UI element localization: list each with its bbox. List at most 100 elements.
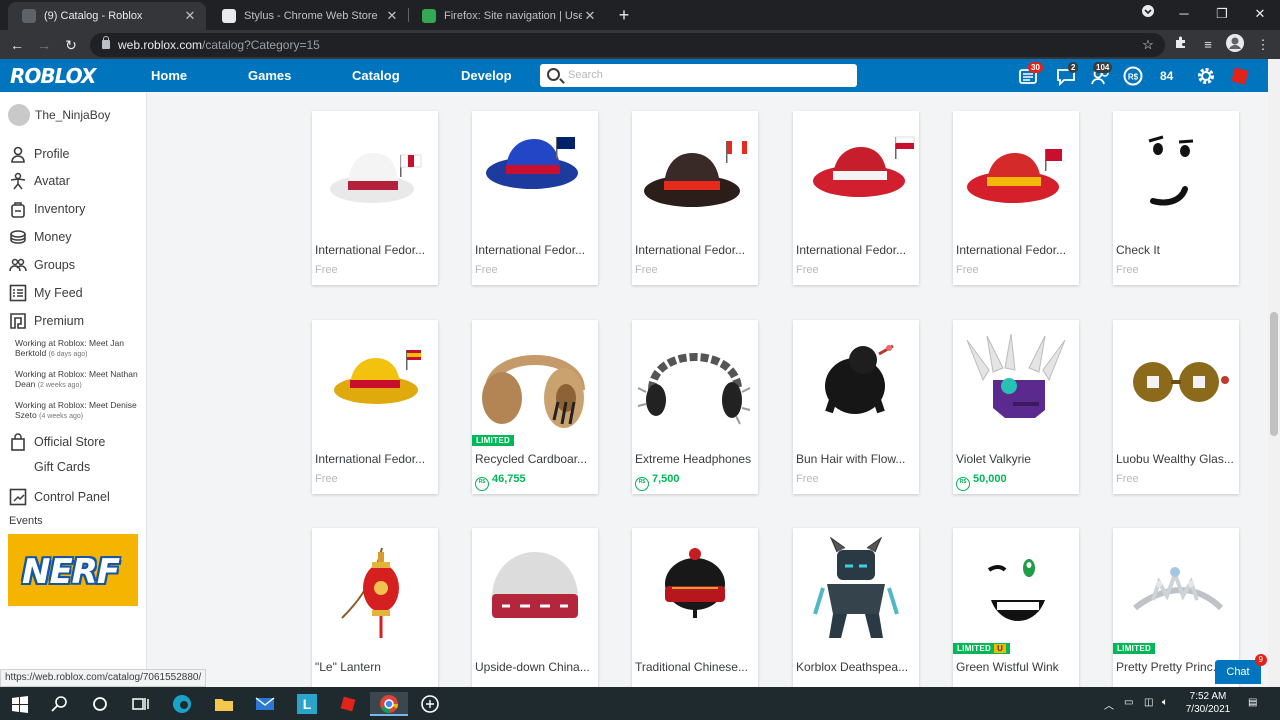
blog-post-link[interactable]: Working at Roblox: Meet Jan Berktold (6 … [15, 338, 145, 360]
extensions-icon[interactable] [1170, 34, 1192, 56]
task-view-icon[interactable] [128, 692, 152, 716]
blog-post-link[interactable]: Working at Roblox: Meet Nathan Dean (2 w… [15, 369, 145, 391]
item-thumbnail[interactable]: LIMITED U [953, 528, 1079, 654]
l-app-icon[interactable]: L [295, 692, 319, 716]
catalog-item-card[interactable]: LIMITED Recycled Cardboar... 46,755 [472, 320, 598, 494]
catalog-item-card[interactable]: Bun Hair with Flow... Free [793, 320, 919, 494]
item-name[interactable]: International Fedor... [315, 452, 437, 466]
minimize-icon[interactable]: ─ [1172, 4, 1196, 24]
page-scrollbar[interactable] [1268, 59, 1280, 687]
item-name[interactable]: Traditional Chinese... [635, 660, 757, 674]
bookmark-star-icon[interactable]: ☆ [1137, 34, 1159, 56]
battery-icon[interactable]: ▭ [1124, 697, 1133, 708]
address-bar[interactable]: web.roblox.com/catalog?Category=15 ☆ [90, 33, 1165, 57]
item-thumbnail[interactable] [312, 528, 438, 654]
item-name[interactable]: Luobu Wealthy Glas... [1116, 452, 1238, 466]
tab-stylus[interactable]: Stylus - Chrome Web Store ✕ [208, 2, 408, 30]
sidebar-item-money[interactable]: Money [8, 227, 72, 247]
close-tab-icon[interactable]: ✕ [182, 8, 198, 24]
catalog-item-card[interactable]: Extreme Headphones 7,500 [632, 320, 758, 494]
network-icon[interactable]: ◫ [1144, 697, 1153, 708]
item-thumbnail[interactable] [632, 320, 758, 446]
reload-icon[interactable]: ↻ [60, 34, 82, 56]
windows-start-icon[interactable] [8, 692, 32, 716]
nav-home[interactable]: Home [151, 68, 187, 83]
taskbar-clock[interactable]: 7:52 AM 7/30/2021 [1178, 690, 1238, 716]
sidebar-item-my-feed[interactable]: My Feed [8, 283, 83, 303]
item-thumbnail[interactable]: LIMITED [1113, 528, 1239, 654]
search-icon[interactable] [48, 692, 72, 716]
item-thumbnail[interactable] [953, 320, 1079, 446]
item-name[interactable]: Extreme Headphones [635, 452, 757, 466]
mail-icon[interactable] [253, 692, 277, 716]
nerf-event-banner[interactable]: NERF [8, 534, 138, 606]
item-thumbnail[interactable] [312, 111, 438, 237]
new-tab-button[interactable]: + [614, 5, 634, 25]
roblox-logo[interactable]: ROBLOX [10, 64, 96, 88]
item-thumbnail[interactable] [1113, 111, 1239, 237]
blog-post-link[interactable]: Working at Roblox: Meet Denise Szeto (4 … [15, 400, 145, 422]
catalog-item-card[interactable]: Luobu Wealthy Glas... Free [1113, 320, 1239, 494]
item-thumbnail[interactable] [953, 111, 1079, 237]
scrollbar-thumb[interactable] [1270, 312, 1278, 436]
item-name[interactable]: International Fedor... [475, 243, 597, 257]
catalog-item-card[interactable]: International Fedor... Free [953, 111, 1079, 285]
item-thumbnail[interactable] [793, 111, 919, 237]
sidebar-item-groups[interactable]: Groups [8, 255, 75, 275]
item-thumbnail[interactable] [793, 320, 919, 446]
item-name[interactable]: Recycled Cardboar... [475, 452, 597, 466]
file-explorer-icon[interactable] [212, 692, 236, 716]
item-name[interactable]: "Le" Lantern [315, 660, 437, 674]
sidebar-item-gift-cards[interactable]: Gift Cards [34, 460, 90, 474]
catalog-item-card[interactable]: Check It Free [1113, 111, 1239, 285]
chat-button[interactable]: Chat 9 [1215, 654, 1267, 684]
forward-icon[interactable]: → [33, 34, 55, 56]
close-tab-icon[interactable]: ✕ [384, 8, 400, 24]
item-thumbnail[interactable] [632, 528, 758, 654]
catalog-item-card[interactable]: International Fedor... Free [312, 111, 438, 285]
profile-avatar-icon[interactable] [1224, 34, 1246, 56]
item-thumbnail[interactable]: LIMITED [472, 320, 598, 446]
catalog-item-card[interactable]: International Fedor... Free [312, 320, 438, 494]
item-thumbnail[interactable] [472, 111, 598, 237]
nav-catalog[interactable]: Catalog [352, 68, 400, 83]
app-circle-icon[interactable] [418, 692, 442, 716]
chrome-taskbar-icon[interactable] [370, 692, 408, 716]
cortana-icon[interactable] [88, 692, 112, 716]
catalog-item-card[interactable]: International Fedor... Free [632, 111, 758, 285]
show-hidden-icons-icon[interactable]: ︿ [1104, 697, 1114, 712]
edge-icon[interactable] [170, 692, 194, 716]
roblox-app-icon[interactable] [336, 692, 360, 716]
item-thumbnail[interactable] [793, 528, 919, 654]
chrome-menu-icon[interactable]: ⋮ [1252, 34, 1274, 56]
item-name[interactable]: Green Wistful Wink [956, 660, 1078, 674]
volume-icon[interactable]: 🔈︎ [1162, 697, 1168, 708]
back-icon[interactable]: ← [6, 34, 28, 56]
sidebar-item-official-store[interactable]: Official Store [8, 432, 105, 452]
catalog-item-card[interactable]: Upside-down China... [472, 528, 598, 702]
tab-userstyles[interactable]: Firefox: Site navigation | Userstyle ✕ [408, 2, 606, 30]
item-name[interactable]: Korblox Deathspea... [796, 660, 918, 674]
sidebar-user[interactable]: The_NinjaBoy [8, 104, 110, 126]
catalog-item-card[interactable]: Violet Valkyrie 50,000 [953, 320, 1079, 494]
sidebar-item-profile[interactable]: Profile [8, 144, 69, 164]
item-name[interactable]: International Fedor... [956, 243, 1078, 257]
item-name[interactable]: Bun Hair with Flow... [796, 452, 918, 466]
maximize-icon[interactable]: ❐ [1210, 4, 1234, 24]
action-center-icon[interactable]: ▤ [1248, 697, 1257, 708]
catalog-item-card[interactable]: Traditional Chinese... [632, 528, 758, 702]
settings-gear-icon[interactable] [1195, 65, 1217, 87]
roblox-extension-icon[interactable] [1229, 65, 1251, 87]
tab-search-icon[interactable] [1136, 4, 1160, 24]
item-thumbnail[interactable] [312, 320, 438, 446]
item-thumbnail[interactable] [632, 111, 758, 237]
reading-list-icon[interactable]: ≡ [1197, 34, 1219, 56]
item-name[interactable]: International Fedor... [635, 243, 757, 257]
sidebar-item-control-panel[interactable]: Control Panel [8, 487, 110, 507]
catalog-item-card[interactable]: International Fedor... Free [472, 111, 598, 285]
item-name[interactable]: Check It [1116, 243, 1238, 257]
tab-roblox-catalog[interactable]: (9) Catalog - Roblox ✕ [8, 2, 206, 30]
search-input[interactable]: Search [540, 64, 857, 87]
item-name[interactable]: Violet Valkyrie [956, 452, 1078, 466]
catalog-item-card[interactable]: International Fedor... Free [793, 111, 919, 285]
